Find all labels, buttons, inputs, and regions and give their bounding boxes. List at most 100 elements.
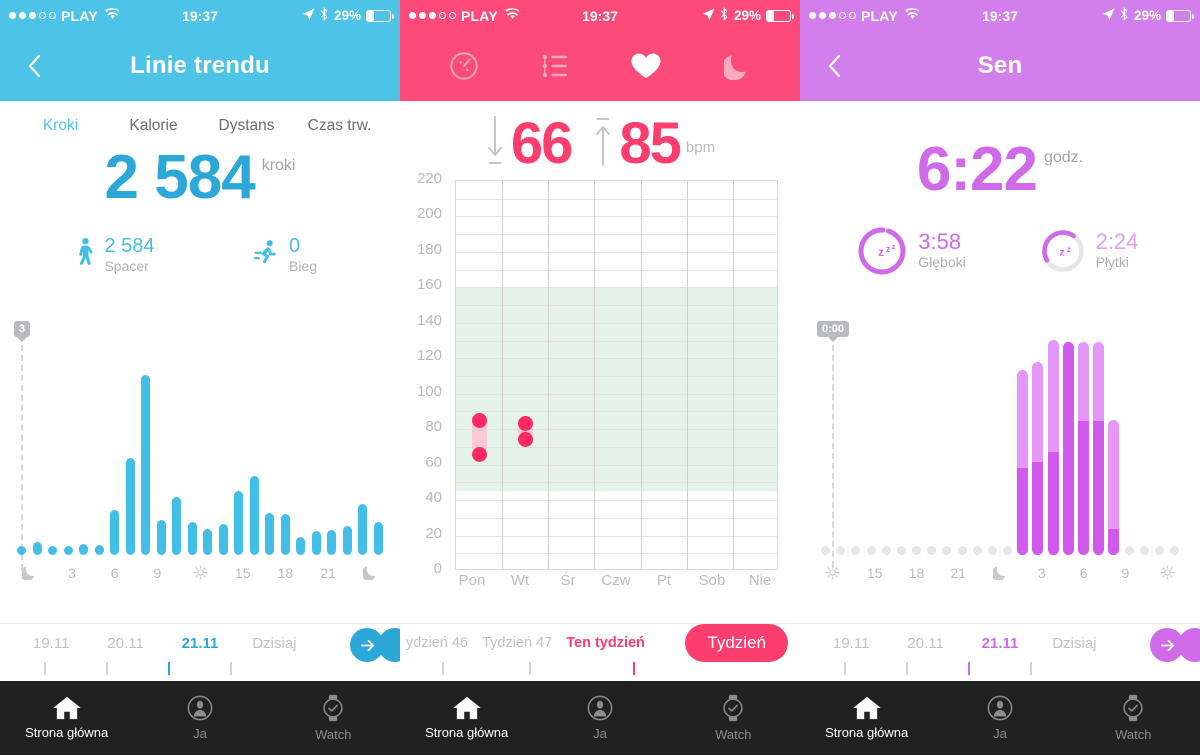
steps-bar xyxy=(203,528,213,555)
date-20-11[interactable]: 20.11 xyxy=(888,635,962,652)
steps-unit: kroki xyxy=(261,157,296,174)
sleep-bar-column xyxy=(939,546,954,555)
location-arrow-icon xyxy=(1102,7,1115,24)
status-bar-steps: PLAY 19:37 29% xyxy=(0,0,400,31)
list-icon[interactable] xyxy=(535,46,575,86)
sleep-empty-dot xyxy=(836,546,846,555)
hr-gridline-v xyxy=(548,181,550,569)
back-button-steps[interactable] xyxy=(22,54,46,78)
steps-bar xyxy=(63,545,73,555)
date-21-11[interactable]: 21.11 xyxy=(163,635,237,652)
axis-tick-label: 18 xyxy=(277,565,294,581)
steps-bar xyxy=(156,520,166,555)
tabbar-item-home-steps[interactable]: Strona główna xyxy=(0,696,133,740)
hr-gridline-h xyxy=(456,429,777,431)
week-current[interactable]: Ten tydzień xyxy=(566,635,645,651)
axis-tick-label: 3 xyxy=(68,565,76,581)
bluetooth-icon xyxy=(720,7,729,24)
week-46[interactable]: ydzień 46 xyxy=(406,635,468,651)
sleep-axis-tick: 3 xyxy=(1021,565,1063,583)
battery-icon xyxy=(766,9,794,22)
tabbar-item-me-hr[interactable]: Ja xyxy=(533,695,666,741)
back-button-sleep[interactable] xyxy=(822,54,846,78)
steps-date-ticks xyxy=(0,662,400,675)
sleep-value: 6:22 xyxy=(916,135,1038,204)
steps-bar-column xyxy=(30,541,46,555)
sleep-rings: z z z 3:58 Głęboki z z 2:24 Płytki xyxy=(800,225,1200,277)
tabbar-item-me-sleep[interactable]: Ja xyxy=(933,695,1066,741)
date-today[interactable]: Dzisiaj xyxy=(1037,635,1111,652)
sleep-empty-dot xyxy=(912,546,922,555)
date-today[interactable]: Dzisiaj xyxy=(237,635,311,652)
tabbar-item-watch-hr[interactable]: Watch xyxy=(667,694,800,742)
steps-date-list: 19.11 20.11 21.11 Dzisiaj xyxy=(0,624,400,662)
steps-bar xyxy=(187,521,197,555)
axis-tick-label: 18 xyxy=(908,565,925,581)
hr-gridline-v xyxy=(732,181,734,569)
metric-tabs: Kroki Kalorie Dystans Czas trw. xyxy=(0,101,400,141)
steps-bar-column xyxy=(138,374,154,555)
tab-dystans[interactable]: Dystans xyxy=(200,117,293,135)
week-47[interactable]: Tydzień 47 xyxy=(482,635,552,651)
sleep-ring-light: z z 2:24 Płytki xyxy=(1000,225,1178,277)
date-19-11[interactable]: 19.11 xyxy=(814,635,888,652)
steps-bar xyxy=(342,525,352,555)
tabbar-item-home-sleep[interactable]: Strona główna xyxy=(800,696,933,740)
hr-y-tick: 60 xyxy=(425,453,442,471)
steps-bar-column xyxy=(154,520,170,555)
tab-czas[interactable]: Czas trw. xyxy=(293,117,386,135)
hr-week-bar: ydzień 46 Tydzień 47 Ten tydzień Tydzień xyxy=(400,623,800,681)
sleep-bar-column xyxy=(848,546,863,555)
hr-unit: bpm xyxy=(685,139,716,156)
hr-max-point xyxy=(517,416,533,432)
tab-kalorie[interactable]: Kalorie xyxy=(107,117,200,135)
hr-min-point xyxy=(517,432,533,448)
date-19-11[interactable]: 19.11 xyxy=(14,635,88,652)
tabbar-label-watch: Watch xyxy=(715,727,752,742)
walk-label: Spacer xyxy=(104,258,149,274)
tabbar-item-watch-steps[interactable]: Watch xyxy=(267,694,400,742)
nav-bar-sleep: Sen xyxy=(800,31,1200,101)
sleep-unit: godz. xyxy=(1043,149,1084,166)
hr-gridline-h xyxy=(456,553,777,555)
week-toggle-button[interactable]: Tydzień xyxy=(685,624,788,662)
tabbar-label-home: Strona główna xyxy=(825,725,909,740)
hr-y-tick: 200 xyxy=(416,205,442,223)
hr-y-tick: 100 xyxy=(416,382,442,400)
svg-text:z: z xyxy=(878,247,884,259)
steps-total: 2 584 kroki xyxy=(0,147,400,209)
status-bar-hr: PLAY 19:37 29% xyxy=(400,0,800,31)
signal-dots-icon xyxy=(409,12,456,19)
tabbar-item-watch-sleep[interactable]: Watch xyxy=(1067,694,1200,742)
tabbar-item-me-steps[interactable]: Ja xyxy=(133,695,266,741)
sleep-empty-dot xyxy=(866,546,876,555)
speedometer-icon[interactable] xyxy=(444,46,484,86)
battery-icon xyxy=(1166,9,1194,22)
heart-icon[interactable] xyxy=(626,46,666,86)
sleep-bar-column xyxy=(1061,342,1076,555)
svg-text:z: z xyxy=(886,244,891,254)
hr-gridline-h xyxy=(456,216,777,218)
tab-kroki[interactable]: Kroki xyxy=(14,117,107,135)
steps-bar xyxy=(280,513,290,555)
sleep-empty-dot xyxy=(881,546,891,555)
sleep-bar-column xyxy=(1076,342,1091,555)
tabbar-label-watch: Watch xyxy=(1115,727,1152,742)
sleep-bar-deep-segment xyxy=(1062,342,1074,555)
date-21-11[interactable]: 21.11 xyxy=(963,635,1037,652)
next-panel-button-sleep[interactable] xyxy=(1178,628,1200,662)
next-panel-button-steps[interactable] xyxy=(378,628,400,662)
sleep-bar-column xyxy=(909,546,924,555)
axis-tick-label: 6 xyxy=(1079,565,1088,581)
moon-icon[interactable] xyxy=(717,46,757,86)
sleep-bar-deep-segment xyxy=(1032,462,1044,555)
tabbar-item-home-hr[interactable]: Strona główna xyxy=(400,696,533,740)
tabbar-label-me: Ja xyxy=(993,726,1007,741)
tabbar-label-watch: Watch xyxy=(315,727,352,742)
sun-icon xyxy=(825,565,841,583)
date-20-11[interactable]: 20.11 xyxy=(88,635,162,652)
steps-bar xyxy=(358,504,368,555)
carrier-label: PLAY xyxy=(61,7,98,24)
screenshot-root: PLAY 19:37 29% Linie trendu Kroki Kalori… xyxy=(0,0,1200,755)
hr-target-zone-band xyxy=(456,287,777,492)
